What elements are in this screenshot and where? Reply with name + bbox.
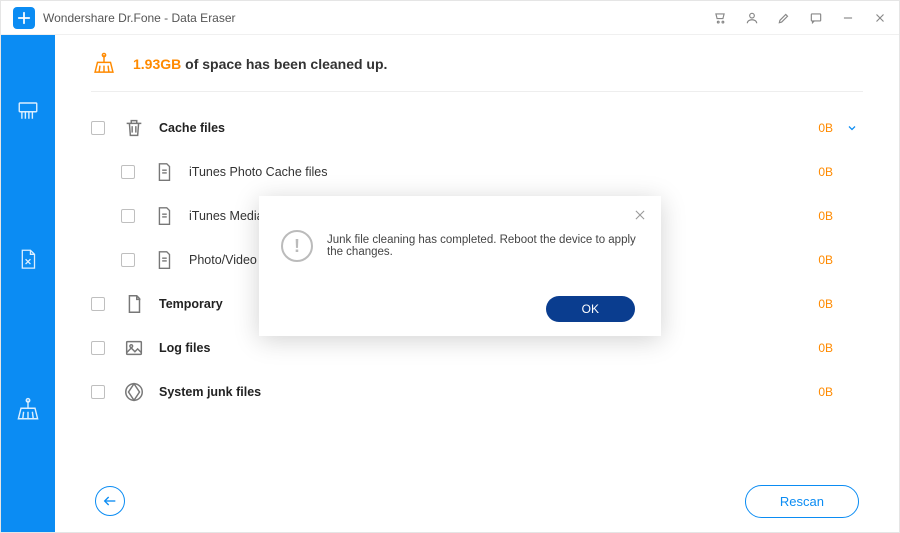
sidebar-shred-icon[interactable] xyxy=(13,95,43,125)
edit-icon[interactable] xyxy=(777,11,791,25)
list-item[interactable]: iTunes Photo Cache files 0B xyxy=(91,150,863,194)
category-label: Cache files xyxy=(159,121,797,135)
cleaned-suffix: of space has been cleaned up. xyxy=(181,56,387,72)
checkbox[interactable] xyxy=(91,297,105,311)
back-button[interactable] xyxy=(95,486,125,516)
alert-icon: ! xyxy=(281,230,313,262)
checkbox[interactable] xyxy=(121,209,135,223)
size-label: 0B xyxy=(797,253,833,267)
category-label: Log files xyxy=(159,341,797,355)
size-label: 0B xyxy=(797,209,833,223)
size-label: 0B xyxy=(797,385,833,399)
checkbox[interactable] xyxy=(91,341,105,355)
cleanup-header: 1.93GB of space has been cleaned up. xyxy=(91,51,863,92)
category-row[interactable]: Cache files 0B xyxy=(91,106,863,150)
checkbox[interactable] xyxy=(91,121,105,135)
sidebar-doc-icon[interactable] xyxy=(13,245,43,275)
size-label: 0B xyxy=(797,341,833,355)
file-icon xyxy=(153,249,175,271)
checkbox[interactable] xyxy=(91,385,105,399)
app-logo-icon xyxy=(13,7,35,29)
size-label: 0B xyxy=(797,297,833,311)
trash-icon xyxy=(123,117,145,139)
checkbox[interactable] xyxy=(121,253,135,267)
close-icon[interactable] xyxy=(873,11,887,25)
chevron-down-icon[interactable] xyxy=(841,122,863,134)
size-label: 0B xyxy=(797,165,833,179)
modal-message: Junk file cleaning has completed. Reboot… xyxy=(327,234,639,258)
file-icon xyxy=(153,205,175,227)
item-label: iTunes Photo Cache files xyxy=(189,165,797,179)
sidebar-broom-icon[interactable] xyxy=(13,395,43,425)
page-icon xyxy=(123,293,145,315)
ok-button[interactable]: OK xyxy=(546,296,635,322)
rescan-button[interactable]: Rescan xyxy=(745,485,859,518)
app-title: Wondershare Dr.Fone - Data Eraser xyxy=(43,11,236,25)
image-icon xyxy=(123,337,145,359)
feedback-icon[interactable] xyxy=(809,11,823,25)
footer: Rescan xyxy=(91,470,863,532)
titlebar: Wondershare Dr.Fone - Data Eraser xyxy=(1,1,899,35)
modal-close-icon[interactable] xyxy=(633,208,647,227)
size-label: 0B xyxy=(797,121,833,135)
cart-icon[interactable] xyxy=(713,11,727,25)
completion-modal: ! Junk file cleaning has completed. Rebo… xyxy=(259,196,661,336)
broom-icon xyxy=(91,51,117,77)
cleaned-size: 1.93GB xyxy=(133,56,181,72)
checkbox[interactable] xyxy=(121,165,135,179)
app-window: Wondershare Dr.Fone - Data Eraser xyxy=(0,0,900,533)
sidebar xyxy=(1,35,55,532)
category-row[interactable]: System junk files 0B xyxy=(91,370,863,414)
user-icon[interactable] xyxy=(745,11,759,25)
category-label: System junk files xyxy=(159,385,797,399)
file-icon xyxy=(153,161,175,183)
app-icon xyxy=(123,381,145,403)
minimize-icon[interactable] xyxy=(841,11,855,25)
